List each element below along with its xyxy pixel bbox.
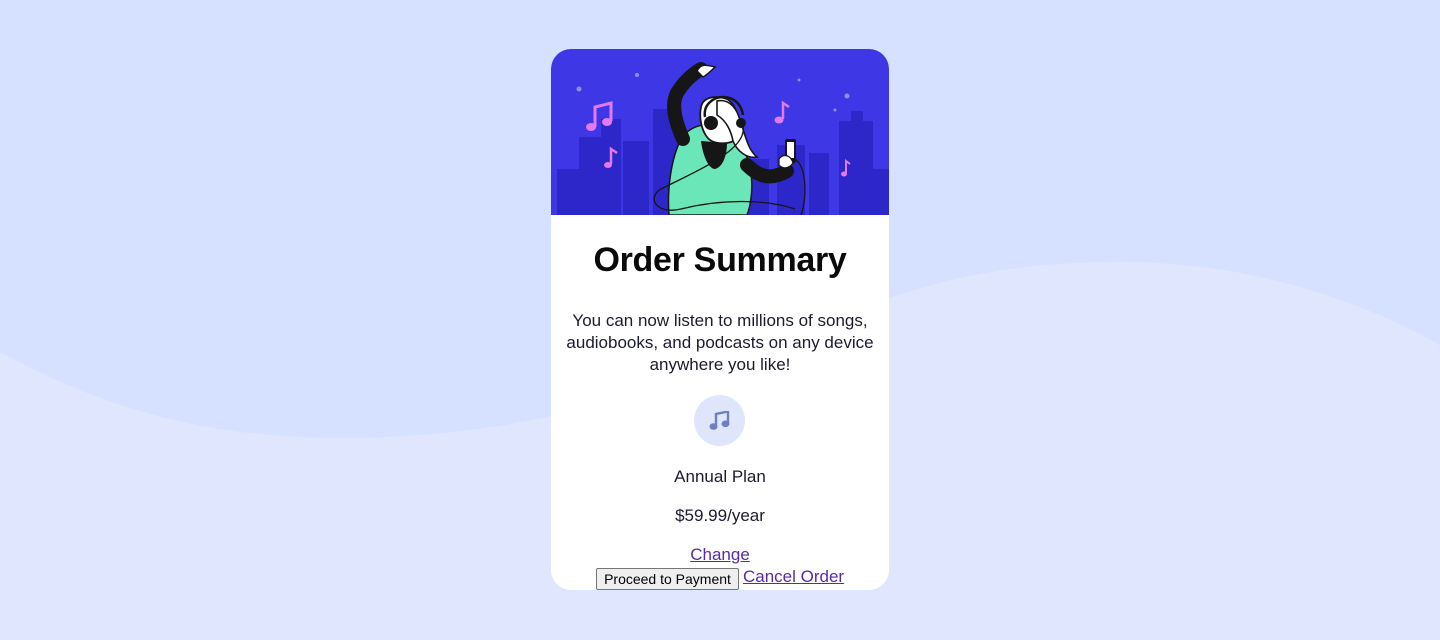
proceed-to-payment-button[interactable]: Proceed to Payment <box>596 568 739 590</box>
music-note-glyph <box>709 410 729 430</box>
page-title: Order Summary <box>593 241 847 279</box>
dancing-person-illustration <box>551 49 889 215</box>
hero-illustration <box>551 49 889 215</box>
change-plan-link[interactable]: Change <box>551 545 889 565</box>
plan-price: $59.99/year <box>675 506 765 525</box>
cancel-order-link[interactable]: Cancel Order <box>743 567 844 587</box>
plan-description: You can now listen to millions of songs,… <box>566 311 874 374</box>
plan-name: Annual Plan <box>674 467 766 486</box>
music-note-icon <box>694 395 745 446</box>
order-summary-card: Order Summary You can now listen to mill… <box>551 49 889 590</box>
